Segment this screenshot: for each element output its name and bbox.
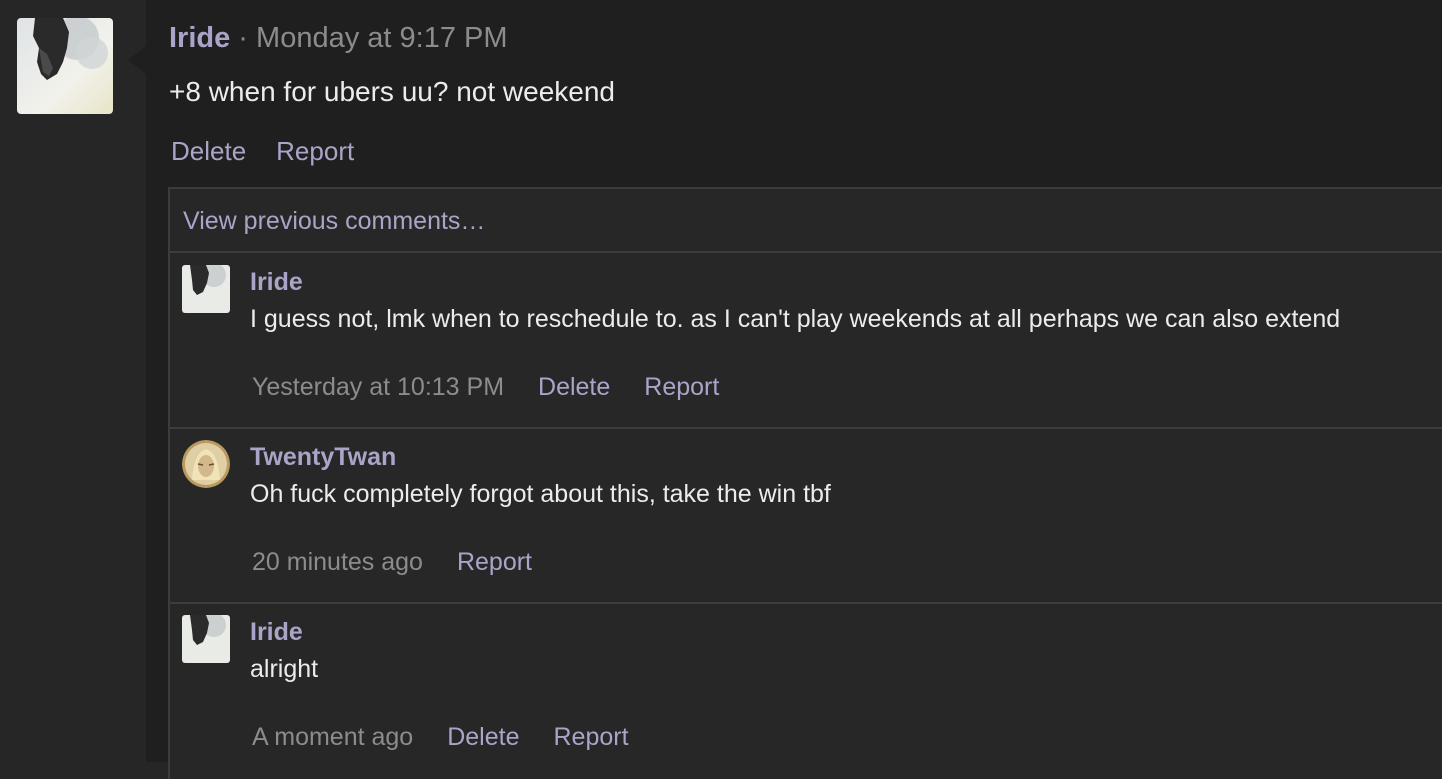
comment-author-link[interactable]: Iride [250, 618, 303, 647]
comment-item: TwentyTwan Oh fuck completely forgot abo… [170, 428, 1442, 602]
delete-button[interactable]: Delete [171, 136, 246, 166]
avatar-image [182, 440, 230, 488]
avatar-image [182, 615, 230, 663]
post-pointer [128, 46, 146, 74]
post-actions: Delete Report [171, 136, 354, 167]
comment-item: Iride I guess not, lmk when to reschedul… [170, 253, 1442, 427]
left-gutter [0, 0, 146, 762]
post-timestamp[interactable]: Monday at 9:17 PM [256, 22, 507, 54]
commenter-avatar[interactable] [182, 265, 230, 313]
comment-actions: 20 minutes ago Report [252, 548, 532, 577]
commenter-avatar[interactable] [182, 440, 230, 488]
delete-button[interactable]: Delete [538, 373, 610, 401]
comment-item: Iride alright A moment ago Delete Report [170, 603, 1442, 779]
report-button[interactable]: Report [276, 136, 354, 166]
comment-timestamp[interactable]: A moment ago [252, 723, 413, 751]
post-header: Iride · Monday at 9:17 PM [169, 22, 508, 55]
post-body: +8 when for ubers uu? not weekend [169, 76, 615, 107]
comments-section: View previous comments… Iride I guess no… [168, 187, 1442, 779]
commenter-avatar[interactable] [182, 615, 230, 663]
post-author-link[interactable]: Iride [169, 22, 230, 54]
comment-author-link[interactable]: TwentyTwan [250, 443, 396, 472]
comment-actions: A moment ago Delete Report [252, 723, 629, 752]
comment-text: alright [250, 655, 319, 683]
avatar-image [182, 265, 230, 313]
header-separator: · [230, 22, 257, 54]
comment-timestamp[interactable]: Yesterday at 10:13 PM [252, 373, 504, 401]
comment-text: I guess not, lmk when to reschedule to. … [250, 305, 1341, 333]
report-button[interactable]: Report [457, 548, 532, 576]
comment-timestamp[interactable]: 20 minutes ago [252, 548, 423, 576]
comment-author-link[interactable]: Iride [250, 268, 303, 297]
user-avatar[interactable] [17, 18, 113, 114]
report-button[interactable]: Report [644, 373, 719, 401]
view-previous-comments-link[interactable]: View previous comments… [183, 207, 485, 236]
comment-text: Oh fuck completely forgot about this, ta… [250, 480, 831, 508]
avatar-image [17, 18, 113, 114]
report-button[interactable]: Report [553, 723, 628, 751]
comment-actions: Yesterday at 10:13 PM Delete Report [252, 373, 719, 402]
delete-button[interactable]: Delete [447, 723, 519, 751]
